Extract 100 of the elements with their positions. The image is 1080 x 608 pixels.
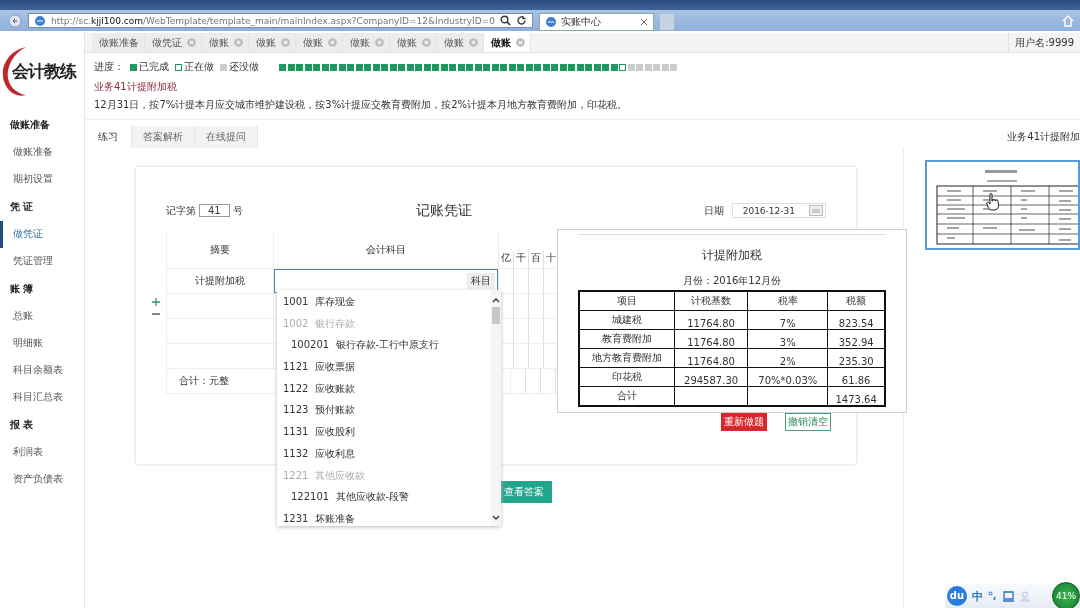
table-cell: 294587.30 [684,375,739,386]
table-cell: 合计 [616,390,637,401]
calendar-icon[interactable] [809,205,823,216]
tab[interactable]: 做账 [249,33,296,52]
table-cell: 2% [779,356,796,367]
voucher-title: 记账凭证 [416,201,473,220]
tab[interactable]: 做账 [484,33,531,52]
url-text: http://sc.kjjl100.com/WebTemplate/template_main/mainIndex.aspx?CompanyID=12&IndustryID=0 [51,15,495,26]
sidebar-group-title: 报 表 [9,418,35,432]
dropdown-item[interactable]: 1231 坏账准备 [277,507,491,530]
sidebar-group-title: 账 簿 [9,282,35,296]
table-cell: 235.30 [838,356,874,367]
legend-label: 已完成 [139,60,169,74]
sidebar-item[interactable]: 明细账 [0,330,84,357]
table-cell: 印花税 [611,371,642,382]
sidebar-item[interactable]: 利润表 [0,439,84,466]
home-icon[interactable] [1062,14,1074,27]
digit-header: 千 [514,251,529,268]
action-button[interactable]: 撤销清空 [785,413,831,431]
scroll-down-icon[interactable] [492,515,500,520]
tab[interactable]: 做账 [202,33,249,52]
scrollbar-thumb[interactable] [492,307,500,324]
scrollbar[interactable] [491,290,501,526]
close-icon[interactable] [640,18,648,26]
add-row-icon[interactable] [152,298,160,306]
voucher-number-label: 号 [232,203,243,218]
table-cell: 7% [779,318,796,329]
table-cell: 计提附加税 [167,269,274,293]
tab[interactable]: 答案解析 [132,126,195,148]
popup-title: 计提附加税 [578,234,886,264]
punctuation-icon[interactable] [988,591,998,601]
voucher-number-label: 记字第 [166,203,196,218]
digit-header: 百 [529,251,544,268]
tab[interactable]: 在线提问 [195,126,258,148]
tab[interactable]: 做账 [296,33,343,52]
tab[interactable]: 做账 [343,33,390,52]
task-description: 12月31日，按7%计提本月应交城市维护建设税，按3%计提应交教育费附加，按2%计提本月地方教育费附加，印花税。 [93,98,629,112]
column-header: 项目 [579,291,675,311]
scroll-up-icon[interactable] [492,298,500,303]
table-cell: 823.54 [838,318,874,329]
column-header: 摘要 [167,232,274,268]
remove-row-icon[interactable] [152,312,160,316]
dropdown-item[interactable]: 1132 应收利息 [277,442,491,465]
sidebar-item[interactable]: 资产负债表 [0,466,84,493]
column-header: 税率 [747,291,828,311]
month-label: 月份：2016年12月份 [681,274,783,288]
table-cell: 城建税 [611,314,642,325]
refresh-icon[interactable] [516,15,527,26]
back-icon[interactable] [8,13,22,28]
date-field[interactable]: 2016-12-31 [731,203,826,218]
sidebar-group-title: 做账准备 [9,118,51,132]
table-cell: 11764.80 [687,337,735,348]
table-cell: 70%*0.03% [758,375,818,386]
voucher-number-field[interactable]: 41 [199,204,230,217]
sidebar-item[interactable]: 做账准备 [0,139,84,166]
usage-meter: 41% [1052,582,1080,608]
legend-label: 还没做 [229,60,259,74]
tab-title: 实账中心 [561,15,602,29]
table-cell: 11764.80 [687,318,735,329]
sidebar-group-title: 凭 证 [9,200,35,214]
table-cell: 61.86 [841,375,871,386]
progress-label: 进度： [94,60,124,74]
table-cell: 11764.80 [687,356,735,367]
user-icon[interactable] [1020,590,1030,602]
browser-tab[interactable]: 实账中心 [539,13,654,31]
digit-header: 亿 [499,251,514,268]
table-cell: 地方教育费附加 [591,352,662,363]
dropdown-item[interactable]: 1131 应收股利 [277,421,491,443]
username-label: 用户名:9999 [1008,33,1080,52]
dropdown-item[interactable]: 1001 库存现金 [277,291,491,313]
tab[interactable]: 做账准备 [92,33,145,52]
table-cell: 1473.64 [835,394,877,405]
action-button[interactable]: 重新做题 [721,413,767,431]
column-header: 计税基数 [674,291,748,311]
hand-cursor-icon [986,193,1000,211]
tab[interactable]: 做凭证 [145,33,202,52]
keyboard-icon[interactable] [1003,590,1015,602]
sidebar-item[interactable]: 凭证管理 [0,248,84,275]
column-header: 会计科目 [274,232,499,268]
ime-mode[interactable]: 中 [972,588,983,604]
table-cell: 教育费附加 [601,333,652,344]
address-bar[interactable]: http://sc.kjjl100.com/WebTemplate/template_main/mainIndex.aspx?CompanyID=12&IndustryID=0 [28,13,533,28]
search-icon[interactable] [500,15,511,26]
task-title: 业务41计提附加 [1007,130,1080,144]
new-tab-button[interactable] [660,14,674,30]
sidebar-item[interactable]: 做凭证 [0,221,84,248]
legend-label: 正在做 [184,60,214,74]
sidebar-item[interactable]: 科目汇总表 [0,384,84,411]
tab[interactable]: 做账 [390,33,437,52]
thumbnail-drawing[interactable] [925,160,1080,250]
table-cell: 3% [779,337,796,348]
ime-logo[interactable]: du [947,586,967,606]
sidebar-item[interactable]: 科目余额表 [0,357,84,384]
account-button[interactable]: 科目 [467,273,495,289]
logo-text: 会计教练 [12,59,76,83]
sidebar-item[interactable]: 期初设置 [0,166,84,193]
tab[interactable]: 做账 [437,33,484,52]
sidebar-item[interactable]: 总账 [0,303,84,330]
task-title: 业务41计提附加税 [93,80,178,94]
dropdown-item[interactable]: 1123 预付账款 [277,399,491,422]
